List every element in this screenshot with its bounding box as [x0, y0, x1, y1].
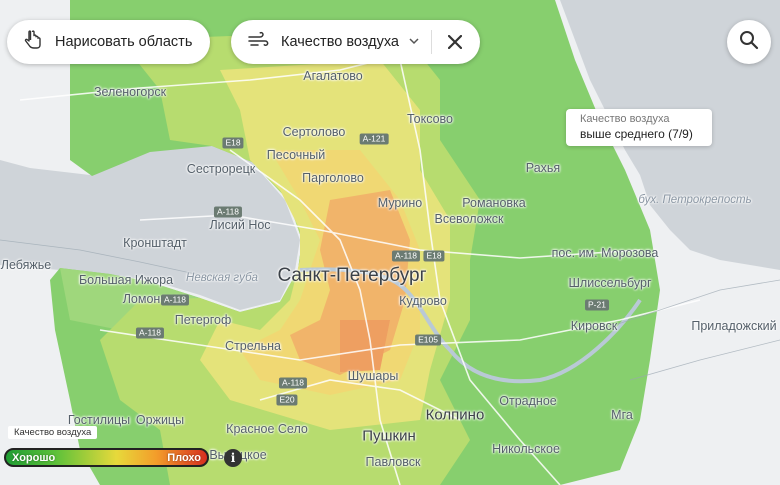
legend-scale: Хорошо Плохо [4, 448, 209, 467]
place-label: Мга [611, 408, 633, 422]
road-shield: А-118 [160, 294, 190, 306]
place-label: Лебяжье [0, 258, 52, 272]
place-label: Петергоф [174, 313, 232, 327]
search-icon [739, 30, 759, 55]
place-label: Кронштадт [123, 236, 187, 250]
place-label: Зеленогорск [93, 85, 167, 99]
place-label: Рахья [525, 161, 561, 175]
water-label: Невская губа [186, 272, 258, 284]
road-shield: А-118 [135, 327, 165, 339]
place-label: Агалатово [303, 69, 363, 83]
place-label: Гостилицы [67, 413, 131, 427]
road-shield: А-118 [278, 377, 308, 389]
chevron-down-icon[interactable] [409, 36, 419, 48]
legend-bad-label: Плохо [167, 451, 201, 464]
air-quality-tooltip: Качество воздуха выше среднего (7/9) [566, 109, 712, 146]
place-label: Павловск [365, 455, 421, 469]
road-shield: А-118 [391, 250, 421, 262]
road-shield: А-121 [359, 133, 389, 145]
place-label: Приладожский [691, 319, 777, 333]
draw-area-button[interactable]: Нарисовать область [7, 20, 210, 64]
place-label: Кудрово [399, 294, 447, 308]
place-label: Красное Село [226, 422, 308, 436]
place-label: Кировск [570, 319, 618, 333]
place-label: Колпино [425, 406, 485, 424]
place-label: Пушкин [362, 427, 416, 445]
road-shield: E18 [222, 137, 244, 149]
air-quality-label: Качество воздуха [281, 34, 399, 50]
place-label: Большая Ижора [78, 273, 174, 287]
place-label: Всеволожск [434, 212, 504, 226]
place-label: Отрадное [499, 394, 557, 408]
place-label: Шлиссельбург [568, 276, 652, 290]
place-label: Никольское [492, 442, 560, 456]
hand-pointer-icon [23, 30, 43, 54]
place-label: Парголово [302, 171, 364, 185]
road-shield: Р-21 [585, 299, 609, 311]
road-shield: E20 [276, 394, 298, 406]
tooltip-title: Качество воздуха [580, 113, 670, 125]
search-button[interactable] [727, 20, 771, 64]
map-canvas[interactable]: Агалатово Зеленогорск Токсово Сертолово Песо… [0, 0, 780, 485]
place-label: Песочный [266, 148, 326, 162]
road-shield: E105 [415, 334, 441, 346]
draw-area-label: Нарисовать область [55, 34, 193, 50]
place-label: Стрельна [225, 339, 281, 353]
wind-icon [247, 31, 269, 53]
place-label: Оржицы [135, 413, 185, 427]
place-label: Лисий Нос [209, 218, 271, 232]
legend-good-label: Хорошо [12, 451, 56, 464]
legend-title: Качество воздуха [8, 426, 98, 439]
water-label: бух. Петрокрепость [638, 194, 752, 206]
info-icon[interactable]: i [224, 449, 242, 467]
place-label: пос. им. Морозова [551, 246, 659, 260]
divider [430, 30, 432, 54]
place-label: Мурино [377, 196, 423, 210]
place-label: Шушары [347, 369, 399, 383]
road-shield: А-118 [213, 206, 243, 218]
close-icon[interactable] [444, 31, 466, 53]
place-label: Токсово [406, 112, 454, 126]
road-shield: E18 [423, 250, 445, 262]
tooltip-value: выше среднего (7/9) [580, 127, 693, 141]
place-label: Сертолово [282, 125, 346, 139]
place-label: Санкт-Петербург [277, 265, 427, 286]
place-label: Сестрорецк [186, 162, 256, 176]
air-quality-layer-control[interactable]: Качество воздуха [231, 20, 480, 64]
place-label: Романовка [462, 196, 526, 210]
